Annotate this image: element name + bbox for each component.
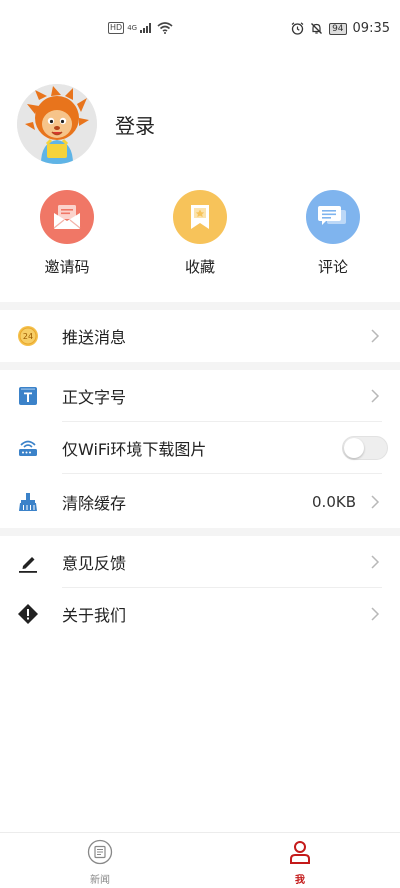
favorites-circle: [173, 190, 227, 244]
login-link[interactable]: 登录: [115, 110, 155, 139]
nav-tab-news[interactable]: 新闻: [60, 839, 140, 886]
invite-circle: [40, 190, 94, 244]
quick-action-label: 评论: [317, 258, 348, 276]
nav-label: 新闻: [90, 875, 110, 886]
info-diamond-icon: [17, 603, 39, 625]
push-messages-label: 推送消息: [62, 328, 127, 347]
comments-button[interactable]: 评论: [283, 190, 383, 277]
wifi-images-toggle[interactable]: [342, 436, 388, 460]
signal-icon: [140, 23, 152, 33]
wifi-images-row: 仅WiFi环境下载图片: [0, 422, 400, 474]
pencil-icon: [17, 551, 39, 573]
section-divider: [0, 302, 400, 310]
envelope-icon: [53, 205, 81, 229]
push-badge-icon: 24: [17, 325, 39, 347]
font-size-label: 正文字号: [62, 388, 127, 407]
wifi-icon: [157, 22, 173, 34]
status-time: 09:35: [352, 21, 390, 36]
news-icon: [87, 839, 113, 865]
avatar[interactable]: [17, 84, 97, 164]
clear-cache-row[interactable]: 清除缓存 0.0KB: [0, 476, 400, 528]
font-size-row[interactable]: 正文字号: [0, 370, 400, 422]
chat-icon: [318, 206, 346, 225]
quick-action-label: 邀请码: [44, 258, 90, 276]
battery-indicator: 94: [329, 22, 347, 35]
router-icon: [17, 437, 39, 459]
mute-bell-icon: [311, 23, 323, 34]
chevron-right-icon: [371, 607, 380, 621]
bookmark-icon: [191, 205, 209, 229]
text-size-icon: [17, 385, 39, 407]
cache-size-value: 0.0KB: [312, 493, 356, 511]
quick-action-label: 收藏: [184, 258, 215, 276]
bottom-nav: 新闻 我: [0, 832, 400, 888]
broom-icon: [17, 491, 39, 513]
favorites-button[interactable]: 收藏: [150, 190, 250, 277]
row-separator: [62, 473, 382, 474]
section-divider: [0, 528, 400, 536]
nav-label: 我: [295, 875, 305, 886]
about-row[interactable]: 关于我们: [0, 588, 400, 640]
chevron-right-icon: [371, 495, 380, 509]
push-badge-count: 24: [22, 331, 34, 341]
about-label: 关于我们: [62, 606, 127, 625]
toggle-knob: [344, 438, 364, 458]
person-icon: [290, 841, 310, 864]
chevron-right-icon: [371, 389, 380, 403]
push-messages-row[interactable]: 24 推送消息: [0, 310, 400, 362]
alarm-icon: [291, 22, 304, 35]
profile-header[interactable]: 登录: [17, 84, 155, 164]
clear-cache-label: 清除缓存: [62, 494, 127, 513]
nav-tab-me[interactable]: 我: [260, 839, 340, 886]
status-right: 94 09:35: [291, 21, 390, 36]
status-left: HD 4G: [108, 22, 173, 34]
status-bar: HD 4G 94 09:35: [0, 0, 400, 58]
quick-actions: 邀请码 收藏 评论: [0, 190, 400, 290]
hd-badge: HD: [108, 22, 125, 34]
feedback-label: 意见反馈: [62, 554, 127, 573]
chevron-right-icon: [371, 329, 380, 343]
invite-code-button[interactable]: 邀请码: [17, 190, 117, 277]
feedback-row[interactable]: 意见反馈: [0, 536, 400, 588]
section-divider: [0, 362, 400, 370]
lion-mascot-icon: [17, 84, 97, 164]
chevron-right-icon: [371, 555, 380, 569]
signal-label: 4G: [127, 24, 138, 32]
comments-circle: [306, 190, 360, 244]
wifi-images-label: 仅WiFi环境下载图片: [62, 440, 207, 459]
